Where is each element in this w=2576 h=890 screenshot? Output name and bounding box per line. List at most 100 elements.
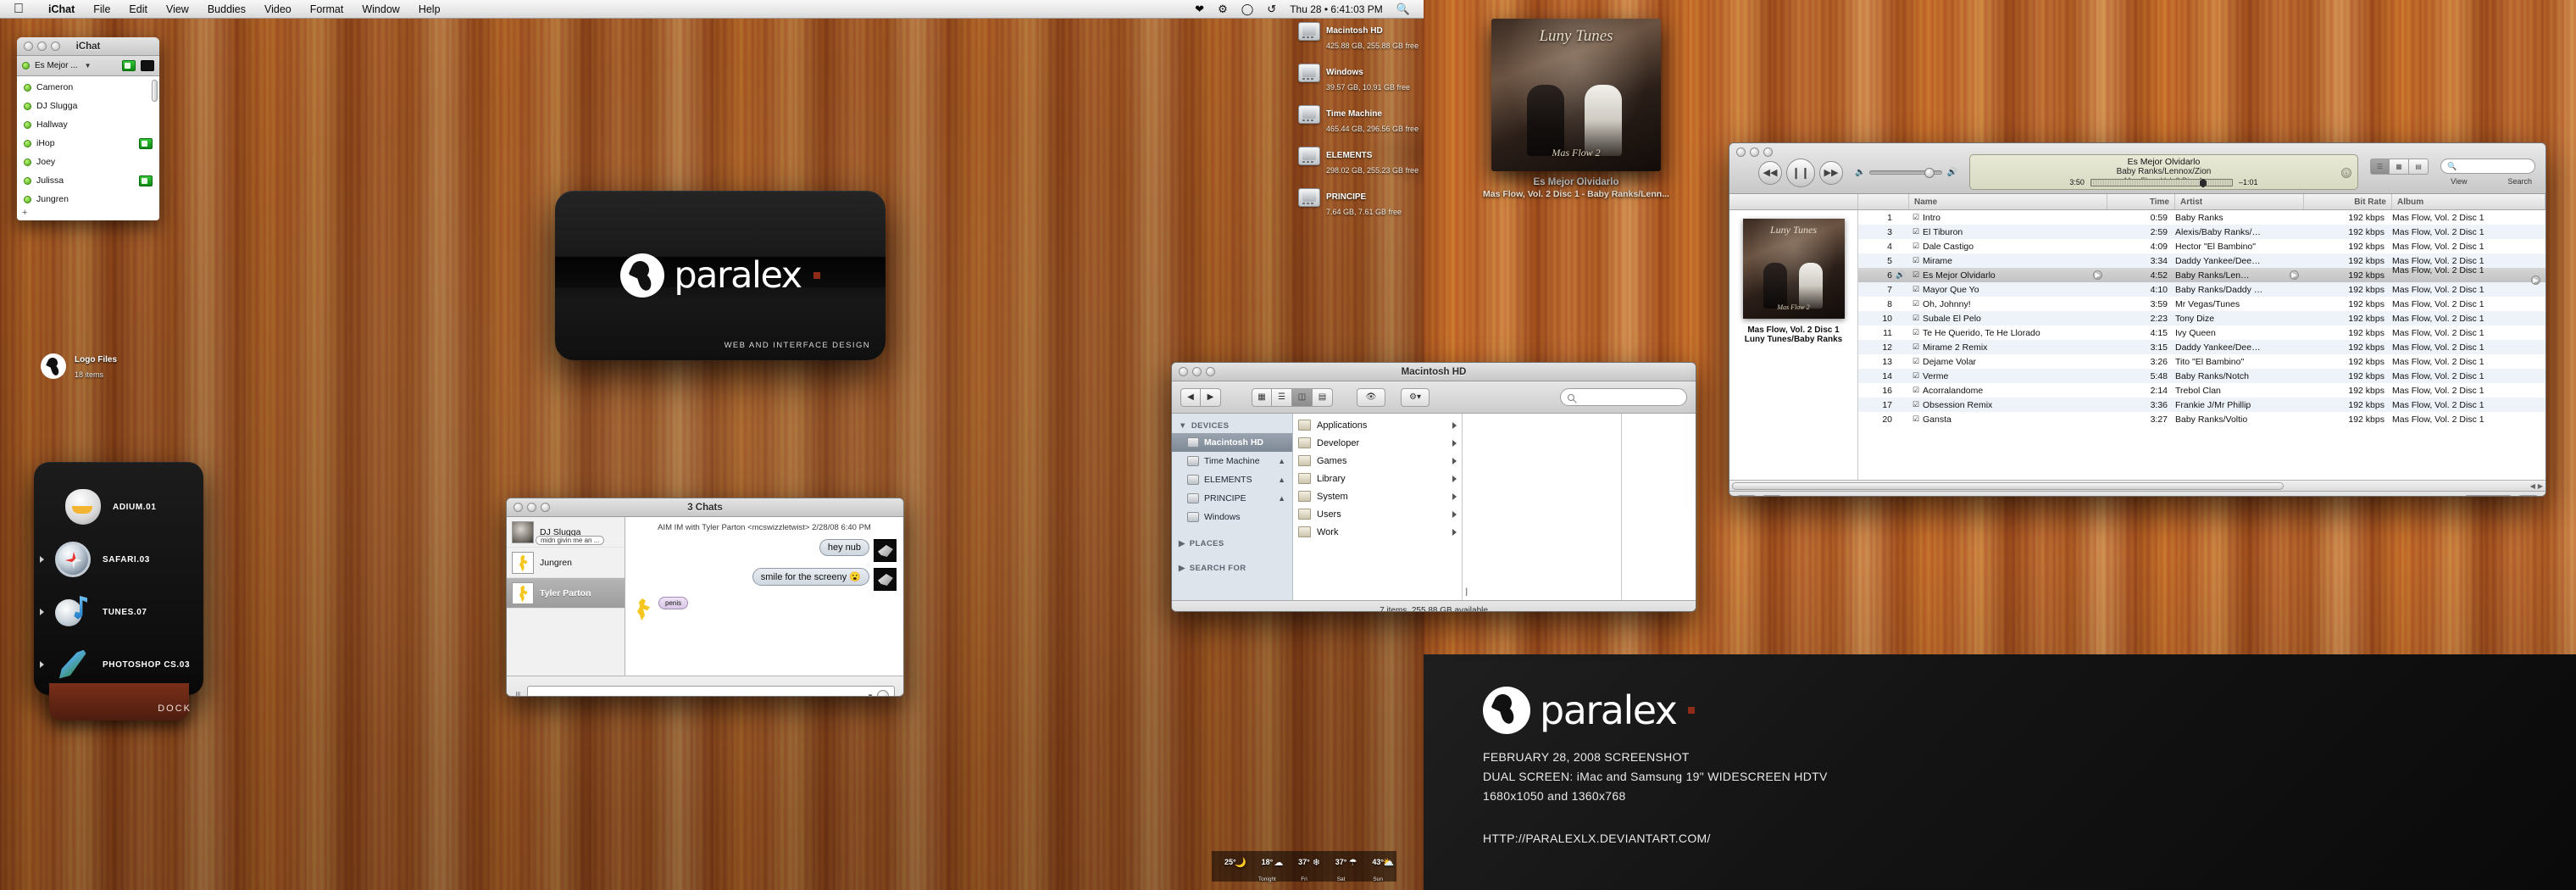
dock-item-adium[interactable]: ADIUM.01 xyxy=(34,481,203,533)
desktop-drive-item[interactable]: PRINCIPE 7.64 GB, 7.61 GB free xyxy=(1298,188,1485,219)
finder-window[interactable]: Macintosh HD ◀ ▶ ▦ ☰ ◫ ▤ 👁 ⚙▾ ▼ DEVICES M… xyxy=(1171,362,1696,612)
menu-item-help[interactable]: Help xyxy=(409,3,450,15)
buddy-row[interactable]: DJ Slugga xyxy=(17,97,159,115)
finder-column-3[interactable] xyxy=(1622,414,1696,600)
sidebar-section-places[interactable]: ▶ PLACES xyxy=(1172,537,1292,551)
info-url[interactable]: HTTP://PARALEXLX.DEVIANTART.COM/ xyxy=(1483,832,2576,845)
track-checkbox[interactable]: ☑ xyxy=(1909,299,1923,309)
finder-list-item[interactable]: Developer xyxy=(1293,434,1462,452)
desktop-drive-item[interactable]: Macintosh HD 425.88 GB, 255.88 GB free xyxy=(1298,22,1485,53)
store-arrow-icon[interactable]: ▶ xyxy=(2093,270,2102,280)
sidebar-item-elements[interactable]: ELEMENTS ▲ xyxy=(1172,470,1292,489)
chat-list-item[interactable]: Jungren xyxy=(507,548,625,578)
fast-forward-icon[interactable]: ▶▶ xyxy=(1819,160,1843,185)
track-checkbox[interactable]: ☑ xyxy=(1909,227,1923,236)
apple-menu-icon[interactable]:  xyxy=(14,2,24,16)
itunes-column-headers[interactable]: Name Time Artist Bit Rate Album xyxy=(1729,194,2545,210)
scroll-left-arrow-icon[interactable]: ◀ xyxy=(2530,482,2535,490)
add-buddy-button[interactable]: + xyxy=(22,208,27,218)
volume-slider[interactable]: 🔈 🔊 xyxy=(1855,168,1957,178)
info-circle-icon[interactable]: ⓘ xyxy=(2341,168,2351,178)
chat-list-sidebar[interactable]: DJ Slugga midn givin me an ... Jungren T… xyxy=(507,517,625,676)
safari-compass-icon[interactable] xyxy=(55,542,91,577)
heart-icon[interactable]: ❤ xyxy=(1195,3,1204,16)
lcd-scrubber[interactable]: 3:50 –1:01 xyxy=(1970,178,2357,188)
grip-icon[interactable]: ||| xyxy=(515,691,521,696)
itunes-icon[interactable] xyxy=(55,594,91,630)
column-header-album[interactable]: Album xyxy=(2392,194,2545,209)
table-row[interactable]: 10 ☑ Subale El Pelo 2:23 Tony Dize 192 kbps Ma… xyxy=(1858,311,2545,325)
weather-widget[interactable]: 25° 🌙 18° ☁ Tonight 37° ❄ Fri 37° ☂ Sat … xyxy=(1212,851,1396,882)
table-row[interactable]: 17 ☑ Obsession Remix 3:36 Frankie J/Mr Phill… xyxy=(1858,398,2545,412)
eject-icon[interactable]: ▲ xyxy=(1278,457,1285,465)
table-row[interactable]: 3 ☑ El Tiburon 2:59 Alexis/Baby Ranks/… 192 k… xyxy=(1858,225,2545,239)
menu-item-edit[interactable]: Edit xyxy=(119,3,157,15)
table-row[interactable]: 20 ☑ Gansta 3:27 Baby Ranks/Voltio 192 kbps Ma… xyxy=(1858,412,2545,426)
back-arrow-icon[interactable]: ◀ xyxy=(1180,387,1201,407)
finder-sidebar[interactable]: ▼ DEVICES Macintosh HD Time Machine ▲ ELEM… xyxy=(1172,414,1293,600)
itunes-transport-controls[interactable]: ◀◀ ❙❙ ▶▶ xyxy=(1758,158,1843,187)
desktop-drive-item[interactable]: Time Machine 465.44 GB, 296.56 GB free xyxy=(1298,105,1485,136)
buddy-row[interactable]: Julissa xyxy=(17,171,159,190)
table-row[interactable]: 8 ☑ Oh, Johnny! 3:59 Mr Vegas/Tunes 192 kbps M… xyxy=(1858,297,2545,311)
minimize-icon[interactable] xyxy=(527,503,536,512)
scrub-knob[interactable] xyxy=(2199,178,2207,188)
scrollbar-thumb[interactable] xyxy=(1732,481,2284,490)
chat-message-input[interactable]: ▼ xyxy=(526,686,895,697)
zoom-icon[interactable] xyxy=(51,42,60,51)
track-checkbox[interactable]: ☑ xyxy=(1909,400,1923,409)
coverflow-view-icon[interactable]: ▤ xyxy=(1313,387,1333,407)
track-checkbox[interactable]: ☑ xyxy=(1909,357,1923,366)
column-header-artist[interactable]: Artist xyxy=(2175,194,2304,209)
menu-item-buddies[interactable]: Buddies xyxy=(198,3,255,15)
finder-column-2[interactable]: || xyxy=(1463,414,1622,600)
table-row[interactable]: 12 ☑ Mirame 2 Remix 3:15 Daddy Yankee/Dee… 19… xyxy=(1858,340,2545,354)
minimize-icon[interactable] xyxy=(1750,147,1759,157)
custom-dock-panel[interactable]: ADIUM.01 SAFARI.03 TUNES.07 PHOTOSHOP CS… xyxy=(34,462,203,720)
finder-list-item[interactable]: Library xyxy=(1293,470,1462,487)
window-traffic-lights[interactable] xyxy=(514,503,550,512)
search-input[interactable] xyxy=(1560,388,1687,406)
table-row[interactable]: 7 ☑ Mayor Que Yo 4:10 Baby Ranks/Daddy … 192 … xyxy=(1858,282,2545,297)
smiley-icon[interactable] xyxy=(877,690,889,696)
track-checkbox[interactable]: ☑ xyxy=(1909,256,1923,265)
itunes-track-list[interactable]: 1 ☑ Intro 0:59 Baby Ranks 192 kbps Mas Flow, V… xyxy=(1858,210,2545,480)
sidebar-item-principe[interactable]: PRINCIPE ▲ xyxy=(1172,489,1292,508)
buddy-row[interactable]: iHop xyxy=(17,134,159,153)
rewind-icon[interactable]: ◀◀ xyxy=(1758,160,1782,185)
minimize-icon[interactable] xyxy=(1192,367,1202,376)
chevron-down-icon[interactable]: ▼ xyxy=(867,693,874,697)
my-status-row[interactable]: Es Mejor ... ▼ xyxy=(17,56,159,76)
scroll-right-arrow-icon[interactable]: ▶ xyxy=(2538,482,2543,490)
menu-item-view[interactable]: View xyxy=(157,3,198,15)
eject-icon[interactable]: ▲ xyxy=(1278,476,1285,484)
icon-view-icon[interactable]: ▦ xyxy=(1252,387,1272,407)
close-icon[interactable] xyxy=(514,503,523,512)
finder-column-view[interactable]: Applications Developer Games Library Sys… xyxy=(1293,414,1696,600)
menu-item-window[interactable]: Window xyxy=(353,3,408,15)
store-arrow-icon[interactable]: ▶ xyxy=(2531,275,2540,285)
dock-item-safari[interactable]: SAFARI.03 xyxy=(34,533,203,586)
zoom-icon[interactable] xyxy=(1763,147,1773,157)
close-icon[interactable] xyxy=(24,42,33,51)
speech-bubble-icon[interactable]: ◯ xyxy=(1241,3,1254,16)
buddy-list-scrollbar[interactable] xyxy=(152,80,158,102)
track-checkbox[interactable]: ☑ xyxy=(1909,371,1923,381)
table-row[interactable]: 6 🔊 ☑ Es Mejor Olvidarlo ▶ 4:52 Baby Ranks/Len… xyxy=(1858,265,2545,285)
album-cover-art[interactable]: Luny Tunes Mas Flow 2 xyxy=(1742,219,1845,319)
column-header-time[interactable]: Time xyxy=(2107,194,2175,209)
sidebar-item-macintosh-hd[interactable]: Macintosh HD xyxy=(1172,433,1292,452)
time-machine-icon[interactable]: ↺ xyxy=(1267,3,1276,16)
table-row[interactable]: 14 ☑ Verme 5:48 Baby Ranks/Notch 192 kbps Mas … xyxy=(1858,369,2545,383)
gears-icon[interactable]: ⚙ xyxy=(1218,3,1228,16)
chat-list-item[interactable]: DJ Slugga midn givin me an ... xyxy=(507,517,625,548)
column-resize-handle[interactable]: || xyxy=(1465,587,1468,597)
column-header-bitrate[interactable]: Bit Rate xyxy=(2304,194,2392,209)
buddy-row[interactable]: Cameron xyxy=(17,78,159,97)
desktop-drive-item[interactable]: Windows 39.57 GB, 10.91 GB free xyxy=(1298,64,1485,94)
scrub-track[interactable] xyxy=(2090,178,2233,188)
table-row[interactable]: 16 ☑ Acorralandome 2:14 Trebol Clan 192 kbps M… xyxy=(1858,383,2545,398)
window-traffic-lights[interactable] xyxy=(1736,147,1773,157)
menu-bar-clock[interactable]: Thu 28 • 6:41:03 PM xyxy=(1290,3,1383,15)
close-icon[interactable] xyxy=(1736,147,1746,157)
